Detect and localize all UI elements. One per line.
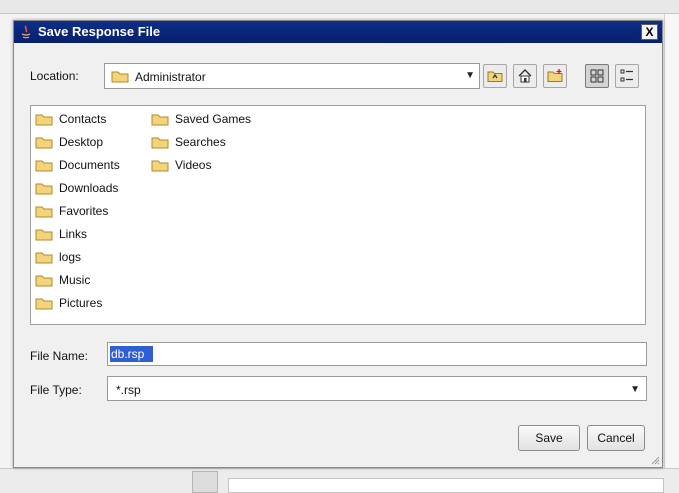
file-type-dropdown[interactable]: *.rsp ▼ <box>107 376 647 401</box>
java-icon <box>21 25 31 39</box>
file-type-label: File Type: <box>30 383 82 397</box>
background-field <box>228 478 664 493</box>
background-window-right <box>664 14 679 493</box>
folder-icon <box>35 298 53 310</box>
file-name: Documents <box>59 158 120 172</box>
file-name: Music <box>59 273 91 287</box>
folder-icon <box>151 137 169 149</box>
file-name: Favorites <box>59 204 109 218</box>
folder-icon <box>35 206 53 218</box>
details-view-button[interactable] <box>615 64 639 88</box>
file-list[interactable]: Contacts Desktop Documents Downloads Fav… <box>30 105 646 325</box>
chevron-down-icon[interactable]: ▼ <box>465 70 475 81</box>
file-name: logs <box>59 250 82 264</box>
file-name: Videos <box>175 158 212 172</box>
folder-icon <box>35 229 53 241</box>
file-name: Searches <box>175 135 226 149</box>
folder-icon <box>35 114 53 126</box>
list-view-button[interactable] <box>585 64 609 88</box>
save-response-file-dialog: Save Response File X Location: Administr… <box>13 20 663 468</box>
file-name-input[interactable] <box>107 342 647 366</box>
file-name: Pictures <box>59 296 103 310</box>
location-value: Administrator <box>135 70 206 84</box>
close-button[interactable]: X <box>641 24 658 40</box>
background-window-top <box>0 0 679 14</box>
new-folder-button[interactable] <box>543 64 567 88</box>
background-scroll-box <box>192 471 218 493</box>
folder-icon <box>151 114 169 126</box>
folder-icon <box>35 252 53 264</box>
resize-grip-icon[interactable] <box>650 455 660 465</box>
file-name-selection: db.rsp <box>110 346 153 362</box>
folder-icon <box>35 137 53 149</box>
file-name: Links <box>59 227 88 241</box>
file-name: Saved Games <box>175 112 252 126</box>
folder-icon <box>35 183 53 195</box>
folder-icon <box>35 275 53 287</box>
up-one-level-icon <box>487 71 503 82</box>
new-folder-icon <box>547 69 563 82</box>
title-bar[interactable]: Save Response File X <box>14 21 662 43</box>
file-name: Desktop <box>59 135 104 149</box>
folder-icon <box>35 160 53 172</box>
chevron-down-icon[interactable]: ▼ <box>630 384 640 395</box>
save-button[interactable]: Save <box>518 425 580 451</box>
dialog-title: Save Response File <box>38 24 161 39</box>
list-view-icon <box>590 69 604 83</box>
folder-icon <box>111 71 129 83</box>
folder-icon <box>151 160 169 172</box>
file-name: Contacts <box>59 112 107 126</box>
home-icon <box>518 69 532 83</box>
location-dropdown[interactable]: Administrator ▼ <box>104 63 480 89</box>
up-one-level-button[interactable] <box>483 64 507 88</box>
cancel-button[interactable]: Cancel <box>587 425 645 451</box>
file-name: Downloads <box>59 181 119 195</box>
details-view-icon <box>620 69 633 82</box>
location-label: Location: <box>30 69 79 83</box>
home-button[interactable] <box>513 64 537 88</box>
file-name-label: File Name: <box>30 349 89 363</box>
file-type-value: *.rsp <box>116 383 141 397</box>
